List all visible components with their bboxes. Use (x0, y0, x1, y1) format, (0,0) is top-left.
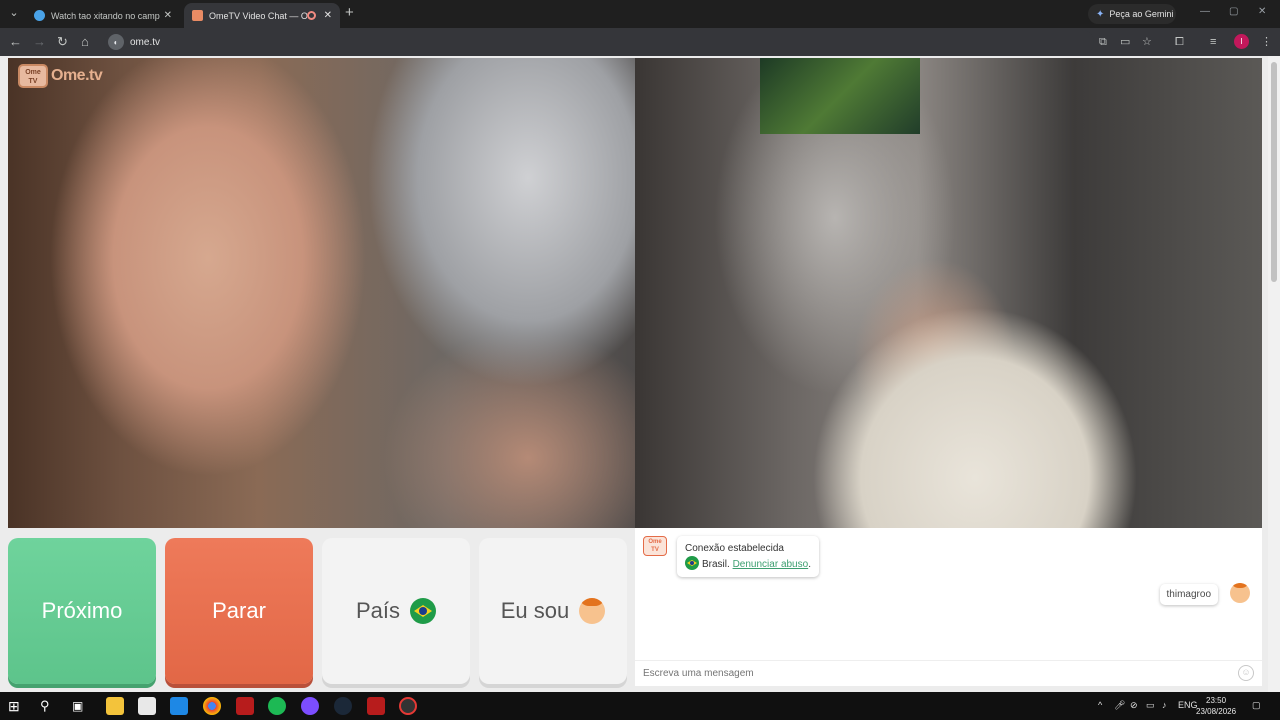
gemini-sparkle-icon: ✦ (1096, 8, 1105, 20)
tab-title: Watch tao xitando no camp | Sl (51, 10, 162, 21)
message-input-row: ☺ (635, 660, 1262, 686)
ometv-page: Ome TV Ome.tv Próximo Parar País Eu sou … (0, 56, 1280, 692)
window-close-icon[interactable]: ✕ (1258, 6, 1266, 17)
tab-watch[interactable]: Watch tao xitando no camp | Sl ✕ (26, 3, 180, 28)
tray-chevron-icon[interactable]: ^ (1098, 700, 1102, 710)
next-button[interactable]: Próximo (8, 538, 156, 684)
brazil-flag-icon (685, 556, 699, 570)
site-info-icon[interactable]: ◐ (108, 34, 124, 50)
new-tab-icon[interactable]: + (345, 5, 354, 21)
logo-text: Ome.tv (51, 67, 103, 84)
browser-titlebar: ⌄ Watch tao xitando no camp | Sl ✕ OmeTV… (0, 0, 1280, 28)
language-indicator[interactable]: ENG (1178, 700, 1198, 710)
mail-icon[interactable] (170, 697, 188, 715)
my-message: thimagroo (1159, 584, 1218, 605)
stranger-video: Ome TV Ome.tv (8, 58, 635, 528)
ometv-logo[interactable]: Ome TV Ome.tv (18, 64, 103, 88)
microphone-icon[interactable]: 🎤︎ (1114, 700, 1125, 711)
tab-search-icon[interactable]: ⌄ (6, 5, 22, 21)
search-icon[interactable]: ⚲ (40, 697, 58, 715)
clock-time: 23:50 (1206, 696, 1227, 705)
tab-ometv[interactable]: OmeTV Video Chat — Ome ✕ (184, 3, 340, 28)
menu-kebab-icon[interactable]: ⋮ (1261, 35, 1272, 49)
tray-icon[interactable]: ⊘ (1130, 700, 1138, 711)
windows-start-icon[interactable]: ⊞ (8, 697, 26, 715)
reload-icon[interactable]: ↻ (57, 34, 68, 50)
file-explorer-icon[interactable] (106, 697, 124, 715)
chrome-icon[interactable] (203, 697, 221, 715)
voicemeeter-icon[interactable] (367, 697, 385, 715)
next-label: Próximo (41, 598, 123, 623)
logo-tv-icon: Ome TV (18, 64, 48, 88)
chat-panel: Ome TV Conexão estabelecida Brasil. Denu… (635, 528, 1262, 686)
notifications-icon[interactable]: ▢ (1252, 700, 1261, 711)
gemini-label: Peça ao Gemini (1109, 9, 1174, 19)
country-name: Brasil. (702, 559, 730, 570)
profile-avatar[interactable]: I (1234, 34, 1249, 49)
scrollbar-thumb[interactable] (1271, 62, 1277, 282)
task-view-icon[interactable]: ▣ (72, 697, 90, 715)
cast-icon[interactable]: ▭ (1120, 35, 1130, 49)
volume-icon[interactable]: ♪ (1162, 700, 1167, 710)
system-message: Conexão estabelecida Brasil. Denunciar a… (677, 536, 819, 577)
close-icon[interactable]: ✕ (164, 10, 172, 21)
maximize-icon[interactable]: ▢ (1229, 6, 1238, 17)
message-input[interactable] (643, 668, 1223, 679)
self-video (635, 58, 1262, 528)
obs-icon[interactable] (399, 697, 417, 715)
forward-icon[interactable]: → (33, 34, 46, 50)
clock[interactable]: 23:50 23/08/2026 (1196, 695, 1236, 717)
tab-title: OmeTV Video Chat — Ome (209, 10, 307, 21)
emoji-icon[interactable]: ☺ (1238, 665, 1254, 681)
country-line: Brasil. Denunciar abuso. (685, 556, 811, 572)
network-icon[interactable]: ▭ (1146, 700, 1155, 711)
gender-button[interactable]: Eu sou (479, 538, 627, 684)
extensions-icon[interactable]: ⧠ (1175, 35, 1184, 49)
ometv-favicon-icon (192, 10, 203, 21)
site-favicon-icon (34, 10, 45, 21)
home-icon[interactable]: ⌂ (81, 34, 89, 50)
browser-toolbar: ← → ↻ ⌂ ◐ ome.tv ⧉ ▭ ☆ ⧠ ≡ I ⋮ (0, 28, 1280, 56)
page-scrollbar[interactable] (1268, 56, 1280, 692)
back-icon[interactable]: ← (9, 34, 22, 50)
windows-taskbar: ⊞ ⚲ ▣ ^ 🎤︎ ⊘ ▭ ♪ ENG 23:50 23/08/2026 ▢ (0, 692, 1280, 720)
country-label: País (355, 598, 401, 623)
minimize-icon[interactable]: — (1200, 6, 1210, 17)
gemini-button[interactable]: ✦ Peça ao Gemini (1088, 4, 1176, 24)
brazil-flag-icon (410, 598, 437, 624)
reading-list-icon[interactable]: ≡ (1210, 35, 1216, 49)
country-button[interactable]: País (322, 538, 470, 684)
stop-button[interactable]: Parar (165, 538, 313, 684)
close-icon[interactable]: ✕ (324, 10, 332, 21)
connection-status: Conexão estabelecida (685, 543, 784, 554)
address-bar[interactable]: ◐ ome.tv (104, 30, 1094, 54)
report-abuse-link[interactable]: Denunciar abuso (733, 559, 809, 570)
spotify-icon[interactable] (268, 697, 286, 715)
store-icon[interactable] (138, 697, 156, 715)
report-suffix: . (808, 559, 811, 570)
bookmark-star-icon[interactable]: ☆ (1142, 35, 1152, 49)
app-icon[interactable] (301, 697, 319, 715)
stop-label: Parar (212, 598, 266, 623)
gender-label: Eu sou (500, 598, 570, 623)
my-avatar-icon (1230, 583, 1250, 603)
url-text: ome.tv (130, 36, 161, 48)
steam-icon[interactable] (334, 697, 352, 715)
ometv-tv-icon: Ome TV (643, 536, 667, 556)
clock-date: 23/08/2026 (1196, 707, 1237, 716)
boy-face-icon (579, 598, 606, 624)
wall-painting (760, 58, 920, 134)
recording-indicator-icon (306, 11, 316, 20)
voicemeeter-icon[interactable] (236, 697, 254, 715)
translate-icon[interactable]: ⧉ (1099, 35, 1107, 49)
